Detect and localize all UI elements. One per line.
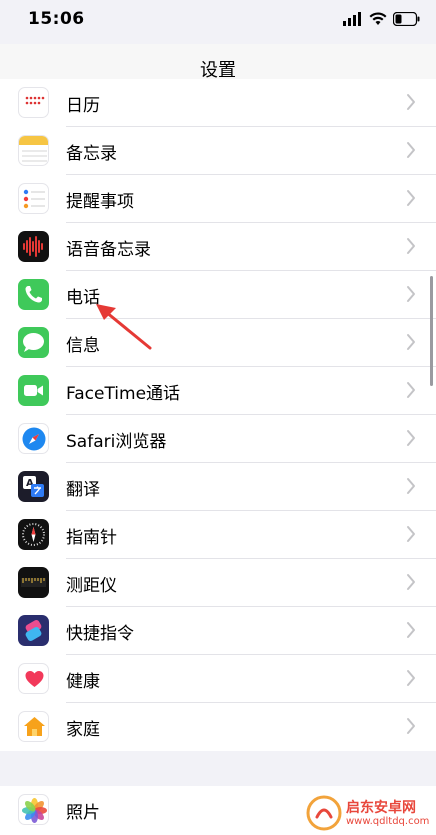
notes-icon: [18, 135, 49, 166]
compass-icon: [18, 519, 49, 550]
settings-row-label: 健康: [66, 672, 100, 692]
settings-row-translate[interactable]: A 翻译: [0, 463, 436, 511]
settings-row-measure[interactable]: 测距仪: [0, 559, 436, 607]
chevron-right-icon: [407, 190, 415, 206]
settings-row-label: Safari浏览器: [66, 432, 167, 452]
watermark-logo-icon: [306, 795, 342, 831]
watermark-text: 启东安卓网: [346, 799, 416, 816]
photos-icon: [18, 794, 49, 825]
settings-row-label: 提醒事项: [66, 192, 134, 212]
chevron-right-icon: [407, 526, 415, 542]
settings-row-label: 日历: [66, 96, 100, 116]
chevron-right-icon: [407, 238, 415, 254]
chevron-right-icon: [407, 574, 415, 590]
safari-icon: [18, 423, 49, 454]
settings-row-label: 测距仪: [66, 576, 117, 596]
settings-row-label: 照片: [66, 803, 100, 823]
health-icon: [18, 663, 49, 694]
settings-row-label: 语音备忘录: [66, 240, 151, 260]
shortcuts-icon: [18, 615, 49, 646]
voice-memos-icon: [18, 231, 49, 262]
annotation-arrow: [96, 304, 152, 350]
settings-row-health[interactable]: 健康: [0, 655, 436, 703]
settings-row-label: 指南针: [66, 528, 117, 548]
chevron-right-icon: [407, 670, 415, 686]
settings-row-label: 翻译: [66, 480, 100, 500]
status-bar: 15:06: [0, 0, 436, 44]
settings-row-phone[interactable]: 电话: [0, 271, 436, 319]
chevron-right-icon: [407, 382, 415, 398]
settings-row-facetime[interactable]: FaceTime通话: [0, 367, 436, 415]
settings-row-safari[interactable]: Safari浏览器: [0, 415, 436, 463]
scroll-indicator[interactable]: [430, 276, 433, 386]
status-time: 15:06: [28, 9, 85, 29]
calendar-icon: [18, 87, 49, 118]
phone-icon: [18, 279, 49, 310]
settings-row-label: FaceTime通话: [66, 384, 181, 404]
settings-list: 日历 备忘录 提醒事项 语音备忘录 电话 信息 FaceTime通话 Safar…: [0, 79, 436, 751]
wifi-icon: [369, 12, 387, 25]
settings-row-voice-memos[interactable]: 语音备忘录: [0, 223, 436, 271]
battery-icon: [393, 12, 420, 26]
settings-row-home[interactable]: 家庭: [0, 703, 436, 751]
settings-row-compass[interactable]: 指南针: [0, 511, 436, 559]
chevron-right-icon: [407, 478, 415, 494]
chevron-right-icon: [407, 94, 415, 110]
settings-row-messages[interactable]: 信息: [0, 319, 436, 367]
chevron-right-icon: [407, 718, 415, 734]
settings-row-label: 家庭: [66, 720, 100, 740]
reminders-icon: [18, 183, 49, 214]
cellular-signal-icon: [343, 12, 361, 26]
settings-row-notes[interactable]: 备忘录: [0, 127, 436, 175]
settings-row-shortcuts[interactable]: 快捷指令: [0, 607, 436, 655]
chevron-right-icon: [407, 334, 415, 350]
watermark-url: www.qdltdq.com: [346, 815, 430, 827]
chevron-right-icon: [407, 430, 415, 446]
home-icon: [18, 711, 49, 742]
chevron-right-icon: [407, 286, 415, 302]
settings-row-reminders[interactable]: 提醒事项: [0, 175, 436, 223]
settings-row-label: 快捷指令: [66, 624, 134, 644]
measure-icon: [18, 567, 49, 598]
translate-icon: A: [18, 471, 49, 502]
settings-row-calendar[interactable]: 日历: [0, 79, 436, 127]
messages-icon: [18, 327, 49, 358]
watermark: 启东安卓网 www.qdltdq.com: [306, 795, 429, 831]
settings-row-label: 备忘录: [66, 144, 117, 164]
chevron-right-icon: [407, 142, 415, 158]
chevron-right-icon: [407, 622, 415, 638]
facetime-icon: [18, 375, 49, 406]
